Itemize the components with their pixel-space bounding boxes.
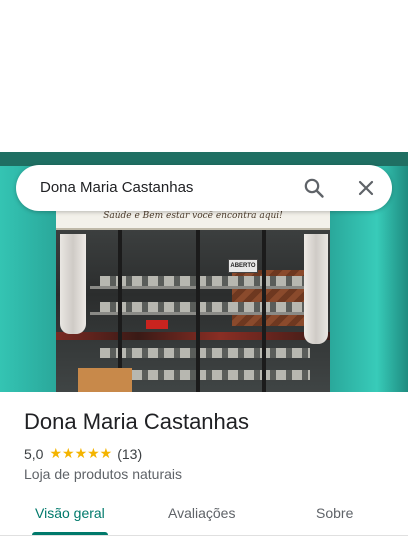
tab-overview[interactable]: Visão geral (35, 505, 105, 521)
shelf (90, 286, 320, 289)
close-icon[interactable] (354, 176, 378, 200)
tab-reviews[interactable]: Avaliações (168, 505, 235, 521)
store-sign: Saúde e Bem estar você encontra aqui! (56, 210, 330, 230)
search-input[interactable]: Dona Maria Castanhas (40, 179, 193, 196)
place-category[interactable]: Loja de produtos naturais (24, 466, 182, 482)
open-sign: ABERTO (228, 259, 258, 273)
search-icon[interactable] (302, 176, 326, 200)
door-frame (262, 230, 266, 392)
shelf-products (100, 348, 310, 358)
cardboard-box (78, 368, 132, 392)
tab-about[interactable]: Sobre (316, 505, 353, 521)
promo-tag (146, 320, 168, 329)
map-blank-area (0, 0, 408, 152)
shelf-products (100, 302, 310, 312)
facade-top (0, 152, 408, 166)
store-sign-text: Saúde e Bem estar você encontra aqui! (103, 211, 283, 221)
place-title: Dona Maria Castanhas (24, 409, 250, 434)
door-frame (196, 230, 200, 392)
shelf (90, 312, 320, 315)
review-count[interactable]: (13) (117, 446, 142, 462)
star-rating-icon: ★★★★★ (49, 445, 113, 461)
tabs-divider (0, 535, 408, 536)
curtain-left (60, 234, 86, 334)
shelf-products (100, 276, 310, 286)
rating-value: 5,0 (24, 445, 44, 462)
product-band (56, 332, 330, 340)
rating-row[interactable]: 5,0 ★★★★★ (13) (24, 445, 142, 462)
curtain-right (304, 234, 328, 344)
search-bar[interactable]: Dona Maria Castanhas (16, 165, 392, 211)
